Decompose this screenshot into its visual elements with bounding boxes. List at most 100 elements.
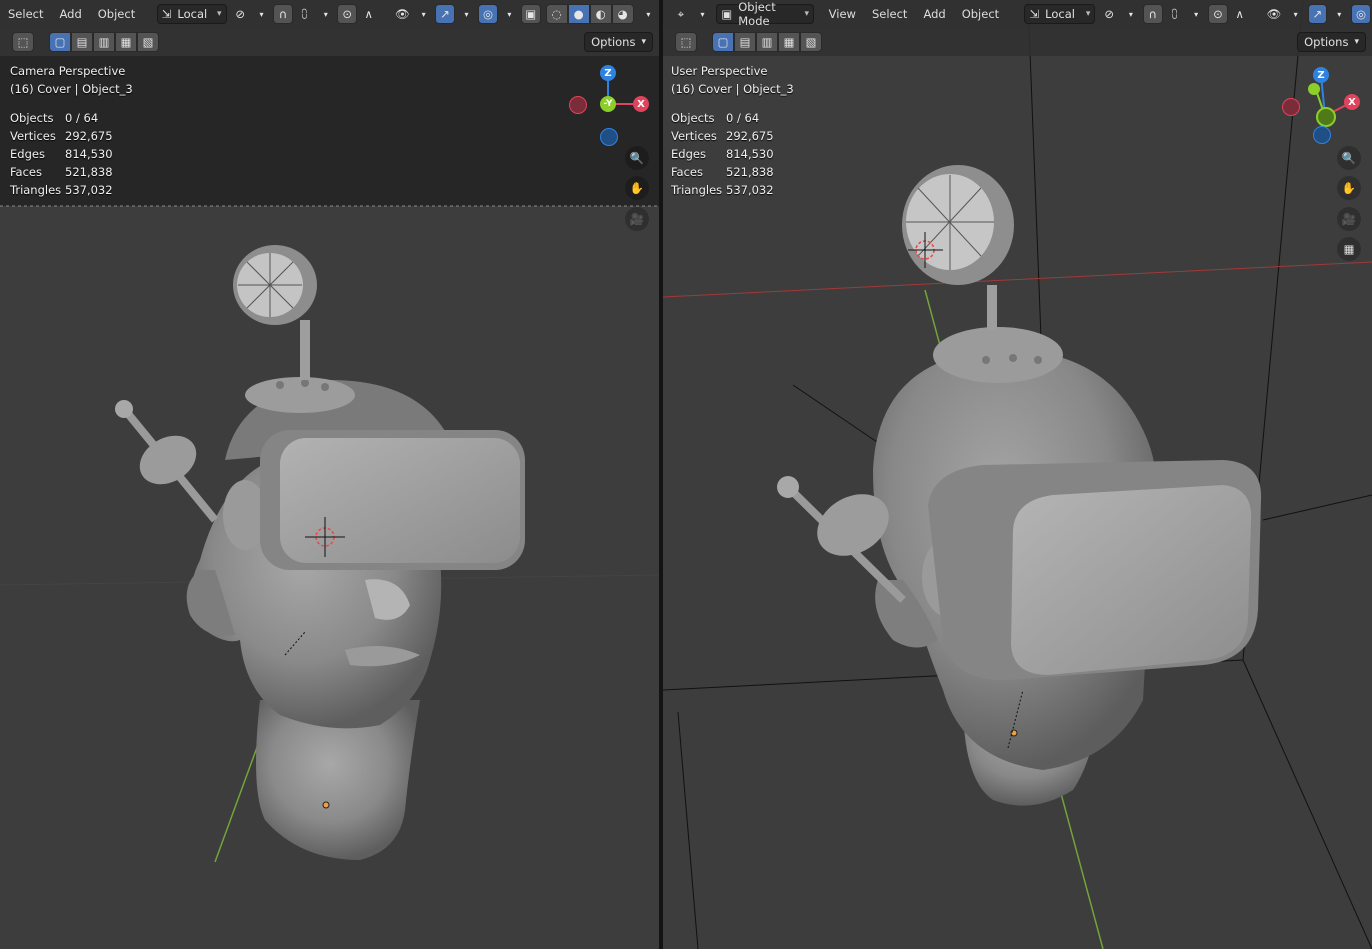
camera-icon[interactable]: 🎥 <box>1337 207 1361 231</box>
gizmo-chevron-icon[interactable]: ▾ <box>457 4 476 24</box>
xray-icon[interactable]: ▣ <box>521 4 541 24</box>
stat-row: Objects 0 / 64 <box>10 109 133 127</box>
camera-icon[interactable]: 🎥 <box>625 207 649 231</box>
gizmo-icon[interactable]: ↗ <box>435 4 455 24</box>
stat-value: 537,032 <box>726 183 774 197</box>
snap-target-icon[interactable]: ⩇ <box>295 4 314 24</box>
stat-value: 537,032 <box>65 183 113 197</box>
shading-chevron-icon[interactable]: ▾ <box>639 4 658 24</box>
select-extend-icon[interactable]: ▤ <box>734 32 756 52</box>
shading-solid-icon[interactable]: ● <box>567 4 590 24</box>
mode-dropdown[interactable]: ▣ Object Mode ▾ <box>716 0 815 28</box>
stat-row: Faces 521,838 <box>10 163 133 181</box>
gizmo-neg-x-axis[interactable] <box>1282 98 1300 116</box>
select-extend-icon[interactable]: ▤ <box>71 32 93 52</box>
editor-type-icon[interactable]: ⌖ <box>671 4 691 24</box>
stat-row: Edges 814,530 <box>671 145 794 163</box>
gizmo-z-axis[interactable]: Z <box>1313 67 1329 83</box>
options-dropdown[interactable]: Options ▾ <box>584 32 653 52</box>
gizmo-x-axis[interactable]: X <box>1344 94 1360 110</box>
overlay-icon[interactable]: ◎ <box>1351 4 1371 24</box>
shading-material-icon[interactable]: ◐ <box>589 4 612 24</box>
gizmo-icon[interactable]: ↗ <box>1307 4 1328 24</box>
menu-add[interactable]: Add <box>51 7 89 21</box>
zoom-icon[interactable]: 🔍 <box>1337 146 1361 170</box>
select-invert-icon[interactable]: ▦ <box>115 32 137 52</box>
visibility-icon[interactable]: 👁 <box>1264 4 1284 24</box>
visibility-chevron-icon[interactable]: ▾ <box>414 4 433 24</box>
zoom-icon[interactable]: 🔍 <box>625 146 649 170</box>
mode-value: Object Mode <box>738 0 776 28</box>
select-box-icon[interactable]: ▢ <box>712 32 734 52</box>
select-tool-icon[interactable]: ⬚ <box>12 32 34 52</box>
transform-orientation-dropdown[interactable]: ⇲ Local ▾ <box>156 4 227 24</box>
navigation-gizmo[interactable]: Z X -Y <box>566 62 652 148</box>
proportional-edit-icon[interactable]: ⊙ <box>1208 4 1228 24</box>
shading-rendered-icon[interactable]: ◕ <box>611 4 634 24</box>
stat-label: Triangles <box>10 183 62 197</box>
snap-target-icon[interactable]: ⩇ <box>1165 4 1185 24</box>
menu-view[interactable]: View <box>821 7 864 21</box>
editor-type-chevron-icon[interactable]: ▾ <box>693 4 713 24</box>
object-info: (16) Cover | Object_3 <box>10 82 133 96</box>
chevron-down-icon: ▾ <box>1085 9 1091 19</box>
menu-object[interactable]: Object <box>90 7 143 21</box>
visibility-chevron-icon[interactable]: ▾ <box>1286 4 1306 24</box>
left-viewport[interactable]: Select Add Object ⇲ Local ▾ ⊘ ▾ ∩ ⩇ ▾ ⊙ … <box>0 0 659 949</box>
view-name: User Perspective <box>671 64 768 78</box>
select-tool-icon[interactable]: ⬚ <box>675 32 697 52</box>
select-invert-icon[interactable]: ▦ <box>778 32 800 52</box>
snap-chevron-icon[interactable]: ▾ <box>1186 4 1206 24</box>
select-box-icon[interactable]: ▢ <box>49 32 71 52</box>
pivot-chevron-icon[interactable]: ▾ <box>1121 4 1141 24</box>
gizmo-chevron-icon[interactable]: ▾ <box>1329 4 1349 24</box>
navigation-gizmo[interactable]: Z X <box>1280 64 1366 150</box>
proportional-edit-icon[interactable]: ⊙ <box>337 4 357 24</box>
select-subtract-icon[interactable]: ▥ <box>93 32 115 52</box>
snap-icon[interactable]: ∩ <box>273 4 293 24</box>
overlay-icon[interactable]: ◎ <box>478 4 498 24</box>
transform-orientation-value: Local <box>1045 7 1075 21</box>
falloff-icon[interactable]: ∧ <box>1230 4 1250 24</box>
right-tool-header: ⬚ ▢ ▤ ▥ ▦ ▧ Options ▾ <box>663 28 1372 56</box>
visibility-icon[interactable]: 👁 <box>393 4 412 24</box>
select-subtract-icon[interactable]: ▥ <box>756 32 778 52</box>
falloff-icon[interactable]: ∧ <box>359 4 378 24</box>
gizmo-neg-x-axis[interactable] <box>569 96 587 114</box>
gizmo-neg-y-axis[interactable]: -Y <box>600 96 616 112</box>
gizmo-y-axis[interactable] <box>1308 83 1320 95</box>
options-label: Options <box>591 35 636 49</box>
menu-add[interactable]: Add <box>915 7 953 21</box>
options-dropdown[interactable]: Options ▾ <box>1297 32 1366 52</box>
stat-label: Faces <box>671 165 703 179</box>
snap-icon[interactable]: ∩ <box>1142 4 1163 24</box>
gizmo-x-axis[interactable]: X <box>633 96 649 112</box>
shading-wireframe-icon[interactable]: ◌ <box>545 4 568 24</box>
menu-object[interactable]: Object <box>954 7 1007 21</box>
chevron-down-icon: ▾ <box>804 9 810 19</box>
transform-orientation-dropdown[interactable]: ⇲ Local ▾ <box>1024 4 1096 24</box>
menu-select[interactable]: Select <box>864 7 915 21</box>
menu-select[interactable]: Select <box>0 7 51 21</box>
pivot-chevron-icon[interactable]: ▾ <box>252 4 271 24</box>
select-intersect-icon[interactable]: ▧ <box>137 32 159 52</box>
stat-value: 814,530 <box>65 147 113 161</box>
pivot-icon[interactable]: ⊘ <box>1099 4 1119 24</box>
stat-row: Edges 814,530 <box>10 145 133 163</box>
grid-view-icon[interactable]: ▦ <box>1337 237 1361 261</box>
gizmo-neg-z-axis[interactable] <box>1313 126 1331 144</box>
snap-chevron-icon[interactable]: ▾ <box>316 4 335 24</box>
transform-orientation-value: Local <box>177 7 208 21</box>
gizmo-z-axis[interactable]: Z <box>600 65 616 81</box>
left-tool-header: ⬚ ▢ ▤ ▥ ▦ ▧ Options ▾ <box>0 28 659 56</box>
select-intersect-icon[interactable]: ▧ <box>800 32 822 52</box>
pan-icon[interactable]: ✋ <box>625 176 649 200</box>
gizmo-neg-z-axis[interactable] <box>600 128 618 146</box>
overlay-chevron-icon[interactable]: ▾ <box>500 4 519 24</box>
gizmo-neg-y-axis[interactable] <box>1316 107 1336 127</box>
stat-value: 814,530 <box>726 147 774 161</box>
right-viewport[interactable]: ⌖ ▾ ▣ Object Mode ▾ View Select Add Obje… <box>663 0 1372 949</box>
pivot-icon[interactable]: ⊘ <box>231 4 250 24</box>
viewport-info-overlay: Camera Perspective (16) Cover | Object_3… <box>10 62 133 199</box>
pan-icon[interactable]: ✋ <box>1337 176 1361 200</box>
